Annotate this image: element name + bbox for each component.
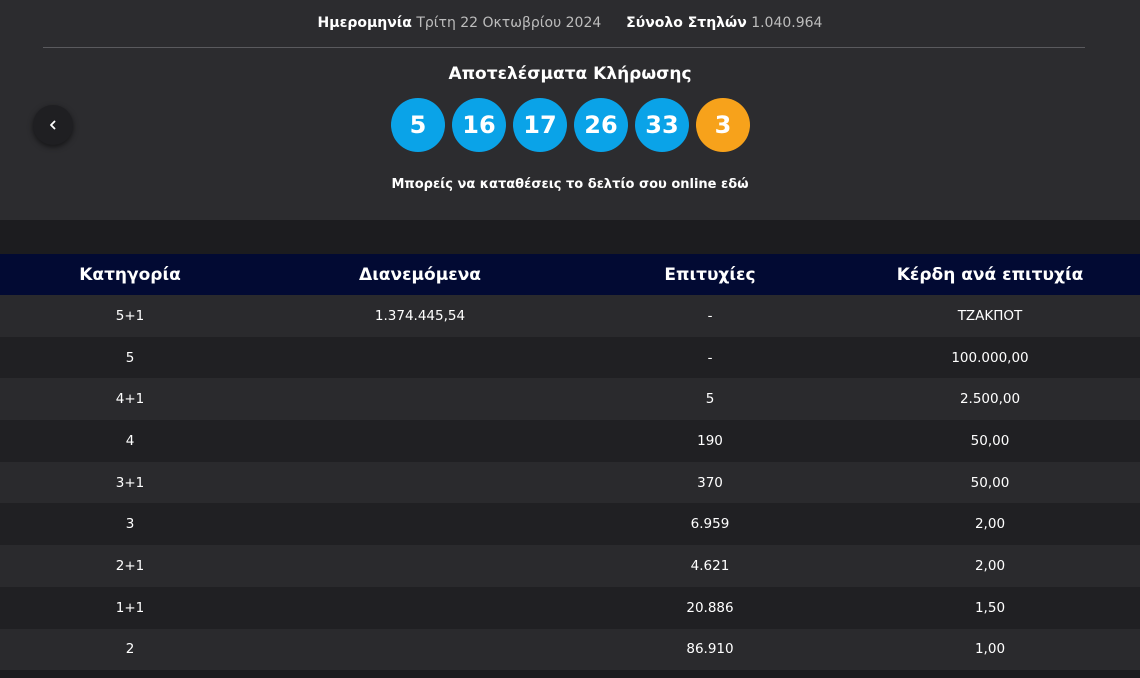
winners-cell: 370 <box>580 461 840 504</box>
winning-numbers: 5 16 17 26 33 3 <box>0 98 1140 152</box>
number-ball: 17 <box>513 98 567 152</box>
prize-cell: 1,00 <box>840 628 1140 671</box>
table-row: 2 86.910 1,00 <box>0 628 1140 671</box>
distributed-cell <box>260 461 580 504</box>
results-title: Αποτελέσματα Κλήρωσης <box>448 64 692 84</box>
columns-value: 1.040.964 <box>751 15 823 31</box>
distributed-cell: 1.374.445,54 <box>260 295 580 337</box>
prize-cell: 2.500,00 <box>840 378 1140 421</box>
number-ball: 26 <box>574 98 628 152</box>
distributed-cell <box>260 336 580 379</box>
header-winners: Επιτυχίες <box>580 254 840 295</box>
distributed-cell <box>260 378 580 421</box>
table-row: 1+1 20.886 1,50 <box>0 586 1140 629</box>
winners-cell: 190 <box>580 420 840 462</box>
number-ball: 5 <box>391 98 445 152</box>
table-row: 2+1 4.621 2,00 <box>0 545 1140 587</box>
draw-meta: Ημερομηνία Τρίτη 22 Οκτωβρίου 2024 Σύνολ… <box>0 15 1140 31</box>
online-bet-link[interactable]: Μπορείς να καταθέσεις το δελτίο σου onli… <box>391 177 748 192</box>
table-row: 5 - 100.000,00 <box>0 336 1140 379</box>
online-bet-notice: Μπορείς να καταθέσεις το δελτίο σου onli… <box>0 177 1140 192</box>
distributed-cell <box>260 503 580 546</box>
winners-cell: 6.959 <box>580 503 840 546</box>
header-prize-per-winner: Κέρδη ανά επιτυχία <box>840 254 1140 295</box>
prize-cell: 50,00 <box>840 420 1140 462</box>
category-cell: 2+1 <box>0 545 260 587</box>
prize-cell: 2,00 <box>840 545 1140 587</box>
number-ball: 16 <box>452 98 506 152</box>
date-label: Ημερομηνία <box>317 15 412 31</box>
header-distributed: Διανεμόμενα <box>260 254 580 295</box>
spacer <box>0 220 1140 254</box>
winners-cell: - <box>580 336 840 379</box>
number-ball: 33 <box>635 98 689 152</box>
header-category: Κατηγορία <box>0 254 260 295</box>
category-cell: 3+1 <box>0 461 260 504</box>
prize-cell: 50,00 <box>840 461 1140 504</box>
date-value: Τρίτη 22 Οκτωβρίου 2024 <box>416 15 602 31</box>
category-cell: 5+1 <box>0 295 260 337</box>
bonus-ball: 3 <box>696 98 750 152</box>
prize-cell: ΤΖΑΚΠΟΤ <box>840 295 1140 337</box>
prize-cell: 1,50 <box>840 586 1140 629</box>
category-cell: 1+1 <box>0 586 260 629</box>
distributed-cell <box>260 545 580 587</box>
table-row: 4+1 5 2.500,00 <box>0 378 1140 421</box>
distributed-cell <box>260 420 580 462</box>
distributed-cell <box>260 628 580 671</box>
distributed-cell <box>260 586 580 629</box>
table-row: 5+1 1.374.445,54 - ΤΖΑΚΠΟΤ <box>0 295 1140 337</box>
winners-cell: 5 <box>580 378 840 421</box>
category-cell: 3 <box>0 503 260 546</box>
table-header-row: Κατηγορία Διανεμόμενα Επιτυχίες Κέρδη αν… <box>0 254 1140 295</box>
table-row: 3 6.959 2,00 <box>0 503 1140 546</box>
draw-header-panel: Ημερομηνία Τρίτη 22 Οκτωβρίου 2024 Σύνολ… <box>0 0 1140 220</box>
winners-cell: 4.621 <box>580 545 840 587</box>
prize-cell: 100.000,00 <box>840 336 1140 379</box>
category-cell: 5 <box>0 336 260 379</box>
winners-cell: - <box>580 295 840 337</box>
category-cell: 4+1 <box>0 378 260 421</box>
table-row: 4 190 50,00 <box>0 420 1140 462</box>
prize-table: Κατηγορία Διανεμόμενα Επιτυχίες Κέρδη αν… <box>0 254 1140 671</box>
winners-cell: 86.910 <box>580 628 840 671</box>
category-cell: 4 <box>0 420 260 462</box>
table-row: 3+1 370 50,00 <box>0 461 1140 504</box>
winners-cell: 20.886 <box>580 586 840 629</box>
columns-label: Σύνολο Στηλών <box>626 15 747 31</box>
category-cell: 2 <box>0 628 260 671</box>
divider <box>43 47 1085 48</box>
prize-cell: 2,00 <box>840 503 1140 546</box>
